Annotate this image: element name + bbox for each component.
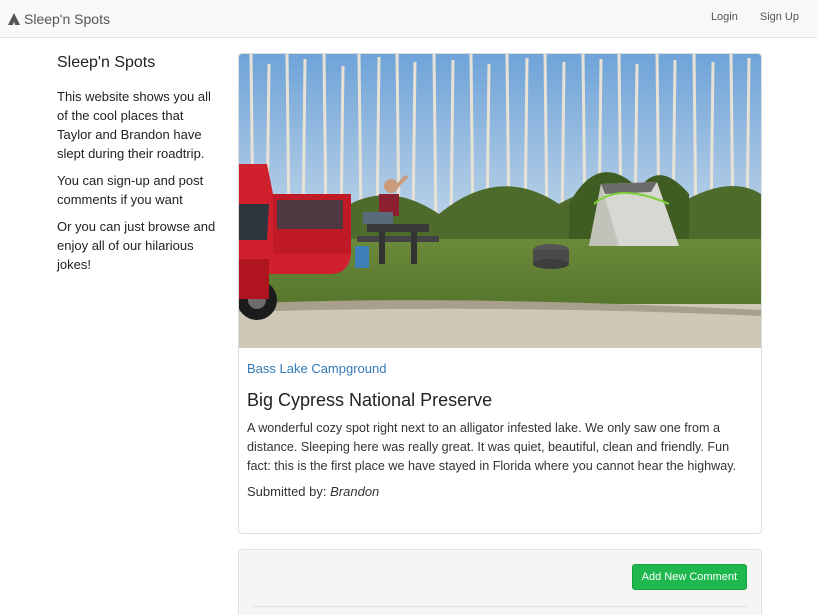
spot-card: Bass Lake Campground Big Cypress Nationa…	[238, 53, 762, 534]
sidebar-paragraph: Or you can just browse and enjoy all of …	[57, 219, 216, 272]
login-link[interactable]: Login	[711, 11, 738, 23]
add-comment-button[interactable]: Add New Comment	[631, 564, 747, 590]
author-name: Brandon	[330, 484, 380, 499]
top-navbar: Sleep'n Spots Login Sign Up	[0, 0, 817, 38]
brand-link[interactable]: Sleep'n Spots	[8, 10, 110, 28]
submitted-label: Submitted by:	[247, 484, 327, 499]
brand-label: Sleep'n Spots	[24, 11, 110, 27]
spot-caption: Bass Lake Campground Big Cypress Nationa…	[239, 348, 761, 499]
submitted-by: Submitted by: Brandon	[247, 484, 753, 499]
spot-description: A wonderful cozy spot right next to an a…	[247, 421, 737, 473]
sidebar: Sleep'n Spots This website shows you all…	[57, 54, 217, 282]
tent-icon	[8, 13, 20, 25]
campground-link[interactable]: Bass Lake Campground	[247, 361, 753, 376]
comments-section: Add New Comment	[238, 549, 762, 615]
comments-divider	[253, 606, 747, 607]
signup-link[interactable]: Sign Up	[760, 11, 799, 23]
sidebar-paragraph: This website shows you all of the cool p…	[57, 89, 211, 161]
campsite-photo	[239, 54, 761, 348]
sidebar-title: Sleep'n Spots	[57, 54, 156, 71]
spot-title: Big Cypress National Preserve	[247, 390, 493, 410]
sidebar-paragraph: You can sign-up and post comments if you…	[57, 173, 204, 207]
nav-links: Login Sign Up	[711, 11, 799, 23]
